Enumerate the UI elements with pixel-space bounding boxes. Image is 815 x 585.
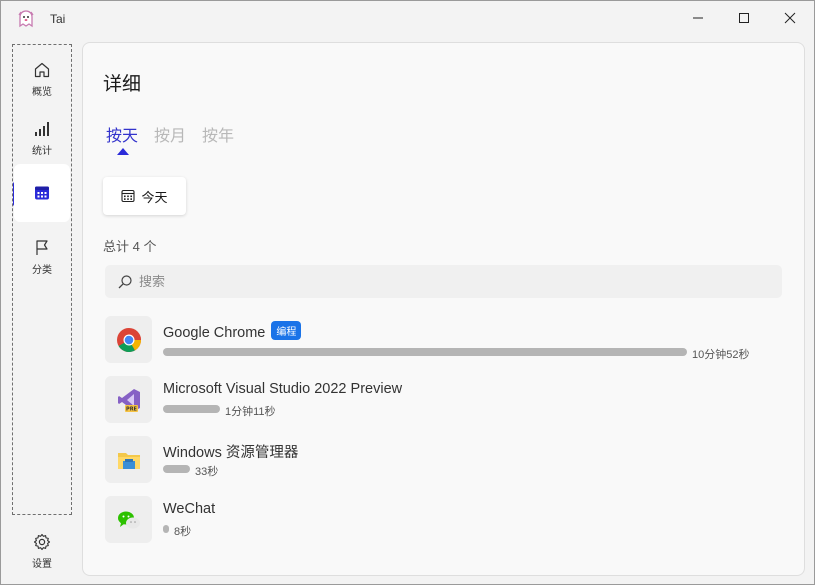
sidebar-item-overview[interactable]: 概览: [14, 50, 70, 108]
date-picker-button[interactable]: 今天: [103, 177, 186, 215]
window-title: Tai: [50, 12, 66, 26]
sidebar-item-settings[interactable]: 设置: [13, 527, 71, 575]
file-explorer-icon: [117, 452, 140, 469]
search-box: [105, 265, 782, 298]
list-item[interactable]: WeChat 8秒: [105, 496, 785, 548]
minimize-button[interactable]: [675, 1, 721, 35]
sidebar-item-detail[interactable]: [14, 164, 70, 222]
app-icon-container: [105, 316, 152, 363]
total-count: 总计 4 个: [103, 239, 157, 254]
app-icon-container: PRE: [105, 376, 152, 423]
detail-panel: 详细 按天 按月 按年 今天 总计 4 个 搜索 Google Chrome 编…: [82, 42, 805, 576]
app-name-line: Google Chrome 编程: [163, 321, 302, 341]
tab-by-year[interactable]: 按年: [202, 122, 234, 146]
calendar-icon: [35, 186, 49, 200]
search-input[interactable]: [139, 274, 739, 289]
usage-duration: 8秒: [174, 526, 192, 538]
maximize-button[interactable]: [721, 1, 767, 35]
sidebar-item-label: 概览: [32, 86, 52, 98]
close-button[interactable]: [767, 1, 813, 35]
usage-bar: [163, 405, 220, 413]
app-window: Tai 概览 统计 分类 设置 详细 按天 按月 按年 今天 总计 4 个 搜索…: [0, 0, 815, 585]
period-tabs: 按天 按月 按年: [106, 122, 234, 146]
svg-text:PRE: PRE: [126, 406, 138, 412]
flag-icon: [36, 239, 48, 255]
app-name: WeChat: [163, 501, 216, 517]
list-item[interactable]: Windows 资源管理器 33秒: [105, 436, 785, 488]
app-name: Windows 资源管理器: [163, 445, 299, 461]
maximize-icon: [739, 13, 749, 23]
category-badge: 编程: [271, 321, 302, 340]
settings-label: 设置: [32, 558, 52, 570]
tab-by-month[interactable]: 按月: [154, 122, 186, 146]
usage-bar: [163, 525, 169, 533]
minimize-icon: [693, 17, 703, 19]
sidebar-item-category[interactable]: 分类: [14, 228, 70, 286]
signal-bars-icon: [35, 121, 49, 136]
title-bar: Tai: [1, 1, 814, 35]
page-title: 详细: [103, 74, 142, 95]
usage-bar: [163, 465, 190, 473]
list-item[interactable]: PRE Microsoft Visual Studio 2022 Preview…: [105, 376, 785, 428]
sidebar-item-label: 分类: [32, 264, 52, 276]
sidebar-item-label: 统计: [32, 145, 52, 157]
usage-duration: 1分钟11秒: [225, 406, 276, 418]
app-name-line: Microsoft Visual Studio 2022 Preview: [163, 381, 402, 397]
usage-duration: 10分钟52秒: [692, 349, 750, 361]
calendar-icon: [121, 189, 136, 203]
home-icon: [34, 62, 50, 77]
close-icon: [784, 12, 796, 24]
app-logo-icon: [18, 10, 34, 28]
app-name: Google Chrome: [163, 325, 266, 341]
usage-bar: [163, 348, 687, 356]
usage-duration: 33秒: [195, 466, 219, 478]
app-name-line: WeChat: [163, 501, 215, 517]
chrome-icon: [116, 327, 141, 352]
sidebar-item-stats[interactable]: 统计: [14, 109, 70, 167]
app-icon-container: [105, 496, 152, 543]
app-name: Microsoft Visual Studio 2022 Preview: [163, 381, 403, 397]
gear-icon: [33, 533, 51, 550]
sidebar-nav: 概览 统计 分类: [12, 44, 72, 515]
tab-by-day[interactable]: 按天: [106, 122, 138, 146]
app-icon-container: [105, 436, 152, 483]
app-name-line: Windows 资源管理器: [163, 441, 298, 462]
search-icon: [118, 274, 132, 288]
visual-studio-preview-icon: PRE: [117, 388, 140, 412]
wechat-icon: [117, 511, 140, 528]
list-item[interactable]: Google Chrome 编程 10分钟52秒: [105, 316, 785, 368]
tab-active-caret: [117, 148, 129, 155]
date-button-label: 今天: [141, 189, 168, 205]
